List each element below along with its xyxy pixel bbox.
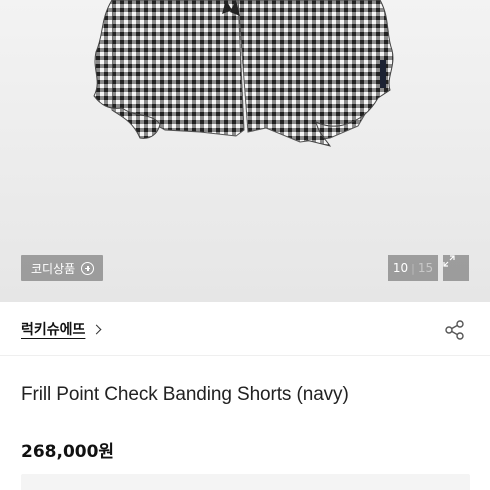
share-icon <box>445 320 464 340</box>
product-image-area[interactable]: 코디상품 10 | 15 <box>0 0 490 302</box>
current-image-index: 10 <box>392 261 409 275</box>
counter-separator: | <box>411 261 415 275</box>
share-button[interactable] <box>444 319 466 341</box>
total-image-count: 15 <box>417 261 434 275</box>
product-price: 268,000원 <box>21 442 115 462</box>
chevron-right-icon <box>91 324 102 334</box>
product-title: Frill Point Check Banding Shorts (navy) <box>21 384 349 405</box>
brand-link[interactable]: 럭키슈에뜨 <box>21 319 102 339</box>
brand-row: 럭키슈에뜨 <box>0 302 490 356</box>
image-counter: 10 | 15 <box>388 255 438 281</box>
coordi-products-button[interactable]: 코디상품 <box>21 255 104 281</box>
expand-image-button[interactable] <box>443 255 469 281</box>
plus-circle-icon <box>81 261 95 275</box>
expand-icon <box>443 255 455 267</box>
brand-name: 럭키슈에뜨 <box>21 322 86 338</box>
info-box <box>21 474 470 490</box>
coordi-label: 코디상품 <box>31 261 76 276</box>
